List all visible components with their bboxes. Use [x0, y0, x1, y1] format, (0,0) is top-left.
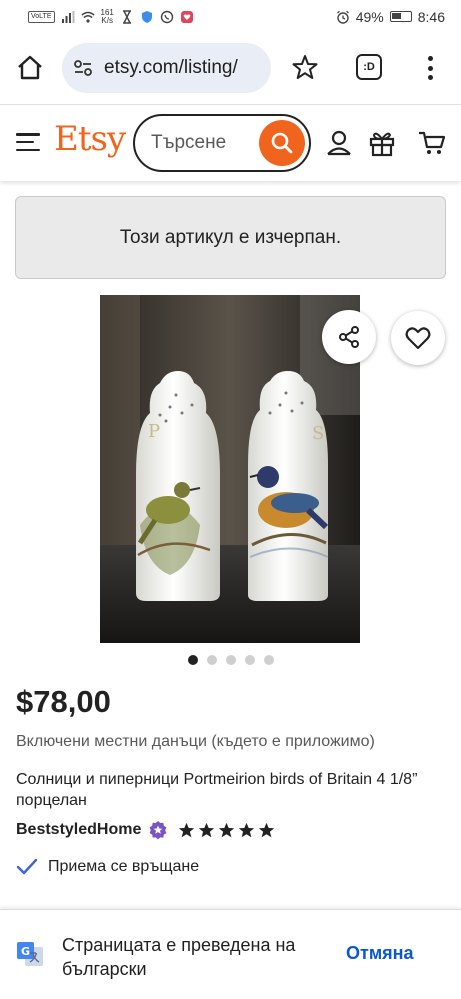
star-icon [199, 822, 215, 837]
browser-toolbar: etsy.com/listing/ :D [0, 40, 461, 96]
heart-icon [405, 327, 431, 350]
carousel-dot[interactable] [263, 655, 274, 665]
checkmark-icon [16, 858, 38, 875]
account-icon[interactable] [325, 129, 353, 157]
product-price: $78,00 [16, 684, 111, 719]
url-text: etsy.com/listing/ [104, 57, 238, 78]
search-icon [271, 132, 293, 154]
carousel-dot[interactable] [187, 655, 198, 665]
shop-row: BeststyledHome [16, 820, 275, 840]
shield-icon [141, 10, 152, 23]
wifi-icon [81, 11, 94, 23]
address-bar[interactable]: etsy.com/listing/ [62, 43, 271, 93]
search-button[interactable] [259, 120, 305, 166]
search-input[interactable] [151, 132, 261, 154]
shop-name-link[interactable]: BeststyledHome [16, 821, 141, 839]
app-notification-icon [180, 10, 193, 23]
cart-icon[interactable] [418, 129, 446, 157]
status-bar: VoLTE 161 K/s 49% 8:46 [0, 0, 461, 33]
star-seller-badge-icon [149, 821, 167, 840]
clock: 8:46 [417, 8, 445, 25]
hamburger-menu-icon[interactable] [16, 133, 40, 151]
tax-note: Включени местни данъци (където е приложи… [16, 733, 375, 750]
shaker-letter-p: P [148, 421, 160, 442]
browser-menu-button[interactable] [420, 54, 440, 82]
viber-icon [160, 10, 174, 23]
shaker-letter-s: S [312, 423, 324, 444]
volte-badge: VoLTE [28, 10, 55, 23]
alarm-icon [336, 10, 349, 24]
battery-percent: 49% [355, 8, 384, 25]
undo-translation-button[interactable]: Отмяна [346, 943, 414, 964]
tab-switcher-button[interactable]: :D [356, 54, 382, 80]
translation-message: Страницата е преведена на български [62, 935, 296, 979]
translate-bar: G Страницата е преведена на български От… [0, 909, 461, 999]
product-title: Солници и пиперници Portmeirion birds of… [16, 771, 418, 809]
star-icon [219, 822, 235, 837]
signal-icon [61, 10, 74, 23]
share-icon [339, 326, 359, 348]
favorite-button[interactable] [391, 311, 445, 365]
google-translate-icon: G [17, 942, 43, 966]
salt-pepper-shakers-image: P S [100, 295, 360, 643]
returns-info: Приема се връщане [16, 858, 199, 876]
returns-label: Приема се връщане [48, 858, 200, 875]
search-bar[interactable] [133, 114, 311, 172]
sold-out-banner: Този артикул е изчерпан. [15, 196, 446, 279]
battery-icon [389, 11, 412, 22]
share-button[interactable] [322, 310, 376, 364]
star-icon [179, 822, 195, 837]
star-icon [239, 822, 255, 837]
hourglass-icon [122, 9, 131, 24]
carousel-dot[interactable] [206, 655, 217, 665]
site-settings-icon[interactable] [72, 57, 94, 79]
star-icon [259, 822, 275, 837]
site-header: Etsy [0, 105, 461, 181]
gift-icon[interactable] [368, 129, 396, 157]
image-carousel-dots [0, 655, 461, 665]
carousel-dot[interactable] [225, 655, 236, 665]
svg-text:G: G [21, 945, 30, 958]
home-icon[interactable] [16, 54, 44, 82]
product-image[interactable]: P S [100, 295, 360, 643]
carousel-dot[interactable] [244, 655, 255, 665]
network-speed: 161 K/s [100, 7, 114, 25]
etsy-logo[interactable]: Etsy [54, 119, 126, 159]
bookmark-star-icon[interactable] [292, 54, 318, 80]
rating-stars [178, 822, 275, 839]
